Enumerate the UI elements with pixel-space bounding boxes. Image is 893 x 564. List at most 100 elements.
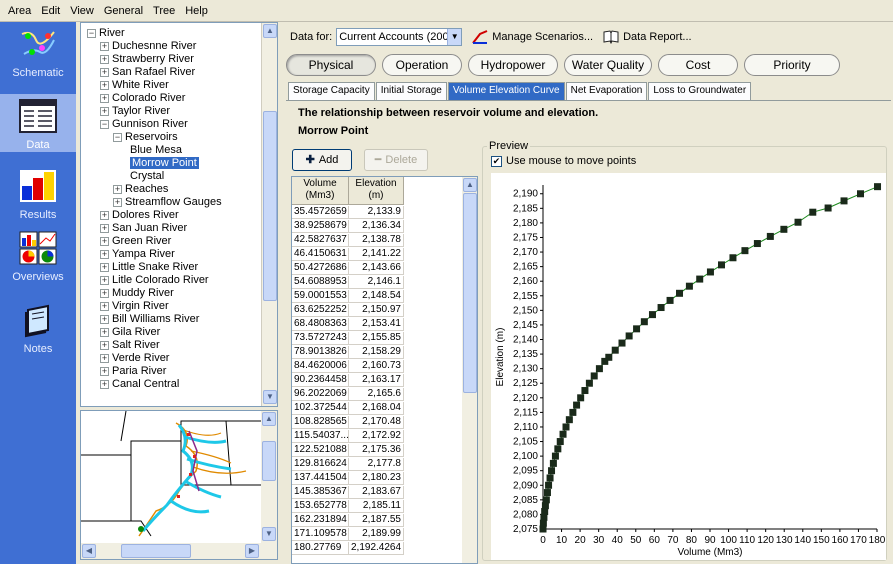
table-row[interactable]: 171.109578 2,189.99: [292, 528, 404, 541]
table-scrollbar-thumb[interactable]: [463, 193, 477, 393]
menu-item-area[interactable]: Area: [3, 5, 36, 17]
volume-cell[interactable]: 137.441504: [292, 472, 349, 485]
volume-elevation-table[interactable]: Volume (Mm3) Elevation (m) 35.4572659 2,1…: [291, 176, 478, 564]
tree-item-river[interactable]: − River: [87, 27, 125, 40]
menu-item-edit[interactable]: Edit: [36, 5, 65, 17]
elevation-cell[interactable]: 2,148.54: [349, 290, 404, 303]
table-row[interactable]: 102.372544 2,168.04: [292, 402, 404, 415]
elevation-cell[interactable]: 2,136.34: [349, 220, 404, 233]
table-row[interactable]: 73.5727243 2,155.85: [292, 332, 404, 345]
table-row[interactable]: 63.6252252 2,150.97: [292, 304, 404, 317]
tree-item-little-snake-river[interactable]: + Little Snake River: [100, 261, 198, 274]
expand-icon[interactable]: +: [100, 249, 109, 259]
subtab-volume-elevation-curve[interactable]: Volume Elevation Curve: [447, 82, 565, 100]
map-scroll-right-button[interactable]: ▶: [245, 544, 259, 558]
volume-cell[interactable]: 108.828565: [292, 416, 349, 429]
elevation-cell[interactable]: 2,138.78: [349, 234, 404, 247]
menu-item-tree[interactable]: Tree: [148, 5, 180, 17]
expand-icon[interactable]: +: [100, 54, 109, 64]
volume-cell[interactable]: 115.54037...: [292, 430, 349, 443]
expand-icon[interactable]: +: [113, 197, 122, 207]
tree-item-muddy-river[interactable]: + Muddy River: [100, 287, 174, 300]
table-row[interactable]: 122.521088 2,175.36: [292, 444, 404, 457]
map-horizontal-scrollbar[interactable]: ◀ ▶: [81, 543, 277, 559]
expand-icon[interactable]: +: [100, 340, 109, 350]
volume-cell[interactable]: 153.652778: [292, 500, 349, 513]
tree-item-reaches[interactable]: + Reaches: [113, 183, 168, 196]
expand-icon[interactable]: +: [100, 301, 109, 311]
elevation-cell[interactable]: 2,170.48: [349, 416, 404, 429]
tree-item-morrow-point[interactable]: Morrow Point: [126, 157, 199, 170]
table-row[interactable]: 129.816624 2,177.8: [292, 458, 404, 471]
tree-item-duchesnne-river[interactable]: + Duchesnne River: [100, 40, 196, 53]
tree-item-dolores-river[interactable]: + Dolores River: [100, 209, 179, 222]
tree-item-green-river[interactable]: + Green River: [100, 235, 171, 248]
elevation-cell[interactable]: 2,143.66: [349, 262, 404, 275]
volume-elevation-chart[interactable]: 2,075 2,080 2,085 2,090 2,095 2,100 2,105 2,110…: [491, 173, 886, 560]
elevation-cell[interactable]: 2,146.1: [349, 276, 404, 289]
expand-icon[interactable]: +: [100, 353, 109, 363]
elevation-cell[interactable]: 2,168.04: [349, 402, 404, 415]
expand-icon[interactable]: +: [100, 262, 109, 272]
tree-item-taylor-river[interactable]: + Taylor River: [100, 105, 170, 118]
volume-cell[interactable]: 73.5727243: [292, 332, 349, 345]
tab-hydropower[interactable]: Hydropower: [468, 54, 558, 76]
table-row[interactable]: 162.231894 2,187.55: [292, 514, 404, 527]
expand-icon[interactable]: +: [100, 314, 109, 324]
table-row[interactable]: 46.4150631 2,141.22: [292, 248, 404, 261]
tree-panel[interactable]: − River + Duchesnne River + Strawberry River +…: [80, 22, 278, 407]
tree-item-virgin-river[interactable]: + Virgin River: [100, 300, 169, 313]
volume-cell[interactable]: 84.4620006: [292, 360, 349, 373]
expand-icon[interactable]: +: [100, 288, 109, 298]
tree-item-bill-williams-river[interactable]: + Bill Williams River: [100, 313, 199, 326]
scenario-select[interactable]: Current Accounts (2008) ▼: [336, 28, 463, 46]
table-scroll-up-button[interactable]: ▲: [463, 178, 477, 192]
elevation-cell[interactable]: 2,175.36: [349, 444, 404, 457]
collapse-icon[interactable]: −: [100, 119, 109, 129]
map-scroll-down-button[interactable]: ▼: [262, 527, 276, 541]
expand-icon[interactable]: +: [100, 80, 109, 90]
sidebar-item-results[interactable]: Results: [0, 168, 76, 226]
tree-scrollbar[interactable]: ▲ ▼: [261, 23, 277, 406]
data-report-button[interactable]: Data Report...: [603, 30, 692, 44]
expand-icon[interactable]: +: [113, 184, 122, 194]
tree-item-verde-river[interactable]: + Verde River: [100, 352, 169, 365]
tree-item-reservoirs[interactable]: − Reservoirs: [113, 131, 178, 144]
tab-operation[interactable]: Operation: [382, 54, 462, 76]
table-row[interactable]: 78.9013826 2,158.29: [292, 346, 404, 359]
delete-button[interactable]: ━ Delete: [364, 149, 428, 171]
volume-cell[interactable]: 145.385367: [292, 486, 349, 499]
tree-item-canal-central[interactable]: + Canal Central: [100, 378, 179, 391]
tree-item-litle-colorado-river[interactable]: + Litle Colorado River: [100, 274, 209, 287]
volume-cell[interactable]: 122.521088: [292, 444, 349, 457]
volume-cell[interactable]: 171.109578: [292, 528, 349, 541]
table-row[interactable]: 35.4572659 2,133.9: [292, 206, 404, 219]
table-row[interactable]: 42.5827637 2,138.78: [292, 234, 404, 247]
elevation-cell[interactable]: 2,141.22: [349, 248, 404, 261]
elevation-cell[interactable]: 2,158.29: [349, 346, 404, 359]
expand-icon[interactable]: +: [100, 275, 109, 285]
elevation-cell[interactable]: 2,177.8: [349, 458, 404, 471]
scrollbar-thumb[interactable]: [263, 111, 277, 301]
map-hscroll-thumb[interactable]: [121, 544, 191, 558]
elevation-cell[interactable]: 2,153.41: [349, 318, 404, 331]
sidebar-item-notes[interactable]: Notes: [0, 302, 76, 360]
menu-item-view[interactable]: View: [65, 5, 99, 17]
elevation-cell[interactable]: 2,185.11: [349, 500, 404, 513]
tab-water-quality[interactable]: Water Quality: [564, 54, 652, 76]
table-row[interactable]: 90.2364458 2,163.17: [292, 374, 404, 387]
elevation-cell[interactable]: 2,163.17: [349, 374, 404, 387]
add-button[interactable]: ✚ Add: [292, 149, 352, 171]
scroll-down-button[interactable]: ▼: [263, 390, 277, 404]
tree-item-colorado-river[interactable]: + Colorado River: [100, 92, 185, 105]
tree-item-san-juan-river[interactable]: + San Juan River: [100, 222, 187, 235]
volume-cell[interactable]: 102.372544: [292, 402, 349, 415]
volume-cell[interactable]: 46.4150631: [292, 248, 349, 261]
sidebar-item-data[interactable]: Data: [0, 94, 76, 152]
subtab-loss-to-groundwater[interactable]: Loss to Groundwater: [648, 82, 752, 100]
tab-cost[interactable]: Cost: [658, 54, 738, 76]
map-scroll-up-button[interactable]: ▲: [262, 412, 276, 426]
table-row[interactable]: 137.441504 2,180.23: [292, 472, 404, 485]
elevation-cell[interactable]: 2,155.85: [349, 332, 404, 345]
table-row[interactable]: 153.652778 2,185.11: [292, 500, 404, 513]
